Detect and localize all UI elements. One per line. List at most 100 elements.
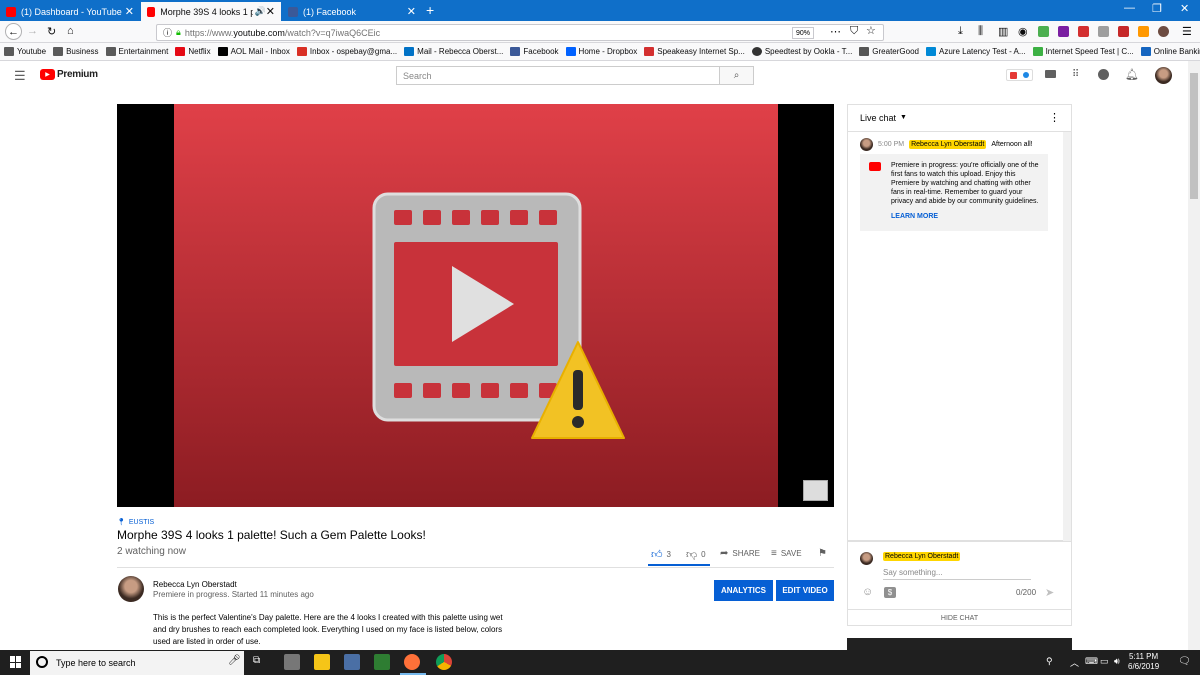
people-icon[interactable]: ⚲ bbox=[1046, 656, 1053, 667]
account-avatar-icon[interactable] bbox=[1158, 26, 1169, 37]
bookmark-item[interactable]: Youtube bbox=[4, 47, 46, 56]
messages-icon[interactable] bbox=[1098, 69, 1109, 80]
extension-icon[interactable] bbox=[1138, 26, 1149, 37]
tab-dashboard[interactable]: (1) Dashboard - YouTube ✕ bbox=[0, 2, 140, 21]
bookmark-item[interactable]: AOL Mail - Inbox bbox=[217, 47, 290, 56]
network-icon[interactable]: ⌨ bbox=[1085, 656, 1098, 667]
channel-name[interactable]: Rebecca Lyn Oberstadt bbox=[153, 580, 237, 589]
report-flag-icon[interactable]: ⚑ bbox=[818, 548, 827, 559]
speaker-icon[interactable]: 🔊 bbox=[255, 6, 266, 17]
zoom-level[interactable]: 90% bbox=[792, 27, 814, 39]
apps-grid-icon[interactable]: ⠿ bbox=[1072, 69, 1079, 80]
firefox-icon[interactable] bbox=[404, 654, 420, 670]
bookmark-item[interactable]: Online Banking Login ... bbox=[1140, 47, 1200, 56]
bookmark-item[interactable]: Facebook bbox=[510, 47, 559, 56]
taskbar-search-input[interactable]: Type here to search bbox=[30, 651, 244, 675]
tab-morphe[interactable]: Morphe 39S 4 looks 1 palett 🔊 ✕ bbox=[141, 2, 281, 21]
dislike-button[interactable]: 👎︎ 0 bbox=[686, 548, 706, 561]
extension-icon[interactable] bbox=[1038, 26, 1049, 37]
window-close-icon[interactable]: ✕ bbox=[1180, 2, 1189, 15]
tray-overflow-icon[interactable]: ︿ bbox=[1070, 656, 1079, 669]
youtube-premium-label[interactable]: Premium bbox=[57, 69, 98, 80]
forward-icon[interactable]: → bbox=[27, 25, 38, 37]
live-indicator-badge[interactable] bbox=[1006, 69, 1033, 81]
account-avatar[interactable] bbox=[1155, 67, 1172, 84]
system-clock[interactable]: 5:11 PM 6/6/2019 bbox=[1128, 652, 1159, 672]
tab-facebook[interactable]: (1) Facebook ✕ bbox=[282, 2, 422, 21]
author-avatar[interactable] bbox=[860, 138, 873, 151]
download-icon[interactable]: ⤓ bbox=[958, 25, 963, 38]
sidebar-icon[interactable]: ▥ bbox=[998, 25, 1008, 38]
send-icon[interactable]: ➤ bbox=[1045, 586, 1054, 599]
calculator-icon[interactable] bbox=[284, 654, 300, 670]
url-bar[interactable]: ⓘ 🔒︎ https://www. youtube.com/watch?v=q7i… bbox=[156, 24, 884, 41]
close-icon[interactable]: ✕ bbox=[125, 5, 134, 18]
bookmark-star-icon[interactable]: ☆ bbox=[866, 24, 876, 37]
close-icon[interactable]: ✕ bbox=[407, 5, 416, 18]
volume-icon[interactable]: 🔊︎ bbox=[1114, 656, 1120, 667]
search-button[interactable]: ⌕ bbox=[719, 66, 754, 85]
bookmark-item[interactable]: Business bbox=[53, 47, 99, 56]
chat-scrollbar[interactable] bbox=[1063, 132, 1071, 541]
like-button[interactable]: 👍︎ 3 bbox=[651, 548, 671, 561]
branding-watermark[interactable] bbox=[803, 480, 828, 501]
location-tag[interactable]: 📍︎ EUSTIS bbox=[117, 518, 154, 527]
new-tab-icon[interactable]: + bbox=[426, 2, 434, 18]
back-icon[interactable]: ← bbox=[5, 23, 22, 40]
guide-menu-icon[interactable]: ☰ bbox=[14, 68, 26, 84]
youtube-logo-icon[interactable]: ▶ bbox=[40, 69, 55, 80]
maximize-icon[interactable]: ❐ bbox=[1152, 2, 1162, 15]
extension-icon[interactable] bbox=[1058, 26, 1069, 37]
page-scrollbar[interactable] bbox=[1188, 61, 1200, 650]
task-view-icon[interactable]: ⧉ bbox=[253, 655, 260, 666]
minimize-icon[interactable]: — bbox=[1124, 2, 1135, 14]
sync-icon[interactable]: ◉ bbox=[1018, 25, 1028, 38]
bookmark-item[interactable]: Speedtest by Ookla - T... bbox=[751, 47, 852, 56]
bookmark-item[interactable]: Netflix bbox=[175, 47, 211, 56]
reload-icon[interactable]: ↻ bbox=[47, 25, 56, 38]
file-explorer-icon[interactable] bbox=[314, 654, 330, 670]
more-options-icon[interactable]: ⋮ bbox=[1049, 111, 1060, 124]
windows-start-icon[interactable] bbox=[10, 656, 22, 668]
bookmark-item[interactable]: Entertainment bbox=[105, 47, 168, 56]
bookmark-item[interactable]: GreaterGood bbox=[859, 47, 919, 56]
share-button[interactable]: ➦ SHARE bbox=[720, 548, 760, 559]
search-input[interactable]: Search bbox=[396, 66, 720, 85]
analytics-button[interactable]: ANALYTICS bbox=[714, 580, 773, 601]
bookmark-item[interactable]: Speakeasy Internet Sp... bbox=[644, 47, 745, 56]
extension-icon[interactable] bbox=[1098, 26, 1109, 37]
action-center-icon[interactable]: 🗨︎ bbox=[1178, 656, 1191, 667]
save-button[interactable]: ≡ SAVE bbox=[771, 548, 802, 559]
info-icon[interactable]: ⓘ bbox=[163, 26, 172, 39]
chat-message-input[interactable]: Say something... bbox=[883, 568, 1031, 580]
create-video-icon[interactable] bbox=[1045, 70, 1056, 78]
scrollbar-thumb[interactable] bbox=[1190, 73, 1198, 199]
bookmark-item[interactable]: Mail - Rebecca Oberst... bbox=[404, 47, 503, 56]
extension-icon[interactable] bbox=[1118, 26, 1129, 37]
bookmark-item[interactable]: Internet Speed Test | C... bbox=[1032, 47, 1134, 56]
emoji-icon[interactable]: ☺ bbox=[862, 586, 873, 598]
hide-chat-button[interactable]: HIDE CHAT bbox=[847, 609, 1072, 626]
live-chat-header[interactable]: Live chat ▼ ⋮ bbox=[847, 104, 1072, 132]
bookmark-item[interactable]: Home - Dropbox bbox=[565, 47, 637, 56]
page-actions-icon[interactable]: ⋯ bbox=[830, 25, 841, 38]
app-icon[interactable] bbox=[374, 654, 390, 670]
battery-icon[interactable]: ▭ bbox=[1100, 656, 1109, 667]
message-author[interactable]: Rebecca Lyn Oberstadt bbox=[909, 140, 987, 149]
super-chat-icon[interactable]: $ bbox=[884, 587, 896, 598]
close-icon[interactable]: ✕ bbox=[266, 5, 275, 18]
edit-video-button[interactable]: EDIT VIDEO bbox=[776, 580, 834, 601]
bookmark-item[interactable]: Azure Latency Test - A... bbox=[926, 47, 1026, 56]
notifications-bell-icon[interactable]: 🔔︎ bbox=[1125, 68, 1139, 81]
learn-more-link[interactable]: LEARN MORE bbox=[891, 212, 1040, 221]
bookmark-item[interactable]: Inbox - ospebay@gma... bbox=[296, 47, 397, 56]
menu-icon[interactable]: ☰ bbox=[1182, 25, 1192, 38]
extension-icon[interactable] bbox=[1078, 26, 1089, 37]
chrome-icon[interactable] bbox=[436, 654, 452, 670]
home-icon[interactable]: ⌂ bbox=[67, 25, 74, 37]
notepad-icon[interactable] bbox=[344, 654, 360, 670]
microphone-icon[interactable]: 🎤︎ bbox=[228, 655, 241, 666]
channel-avatar[interactable] bbox=[118, 576, 144, 602]
pocket-icon[interactable]: ⛉ bbox=[850, 25, 858, 38]
library-icon[interactable]: ⫼ bbox=[978, 25, 983, 38]
